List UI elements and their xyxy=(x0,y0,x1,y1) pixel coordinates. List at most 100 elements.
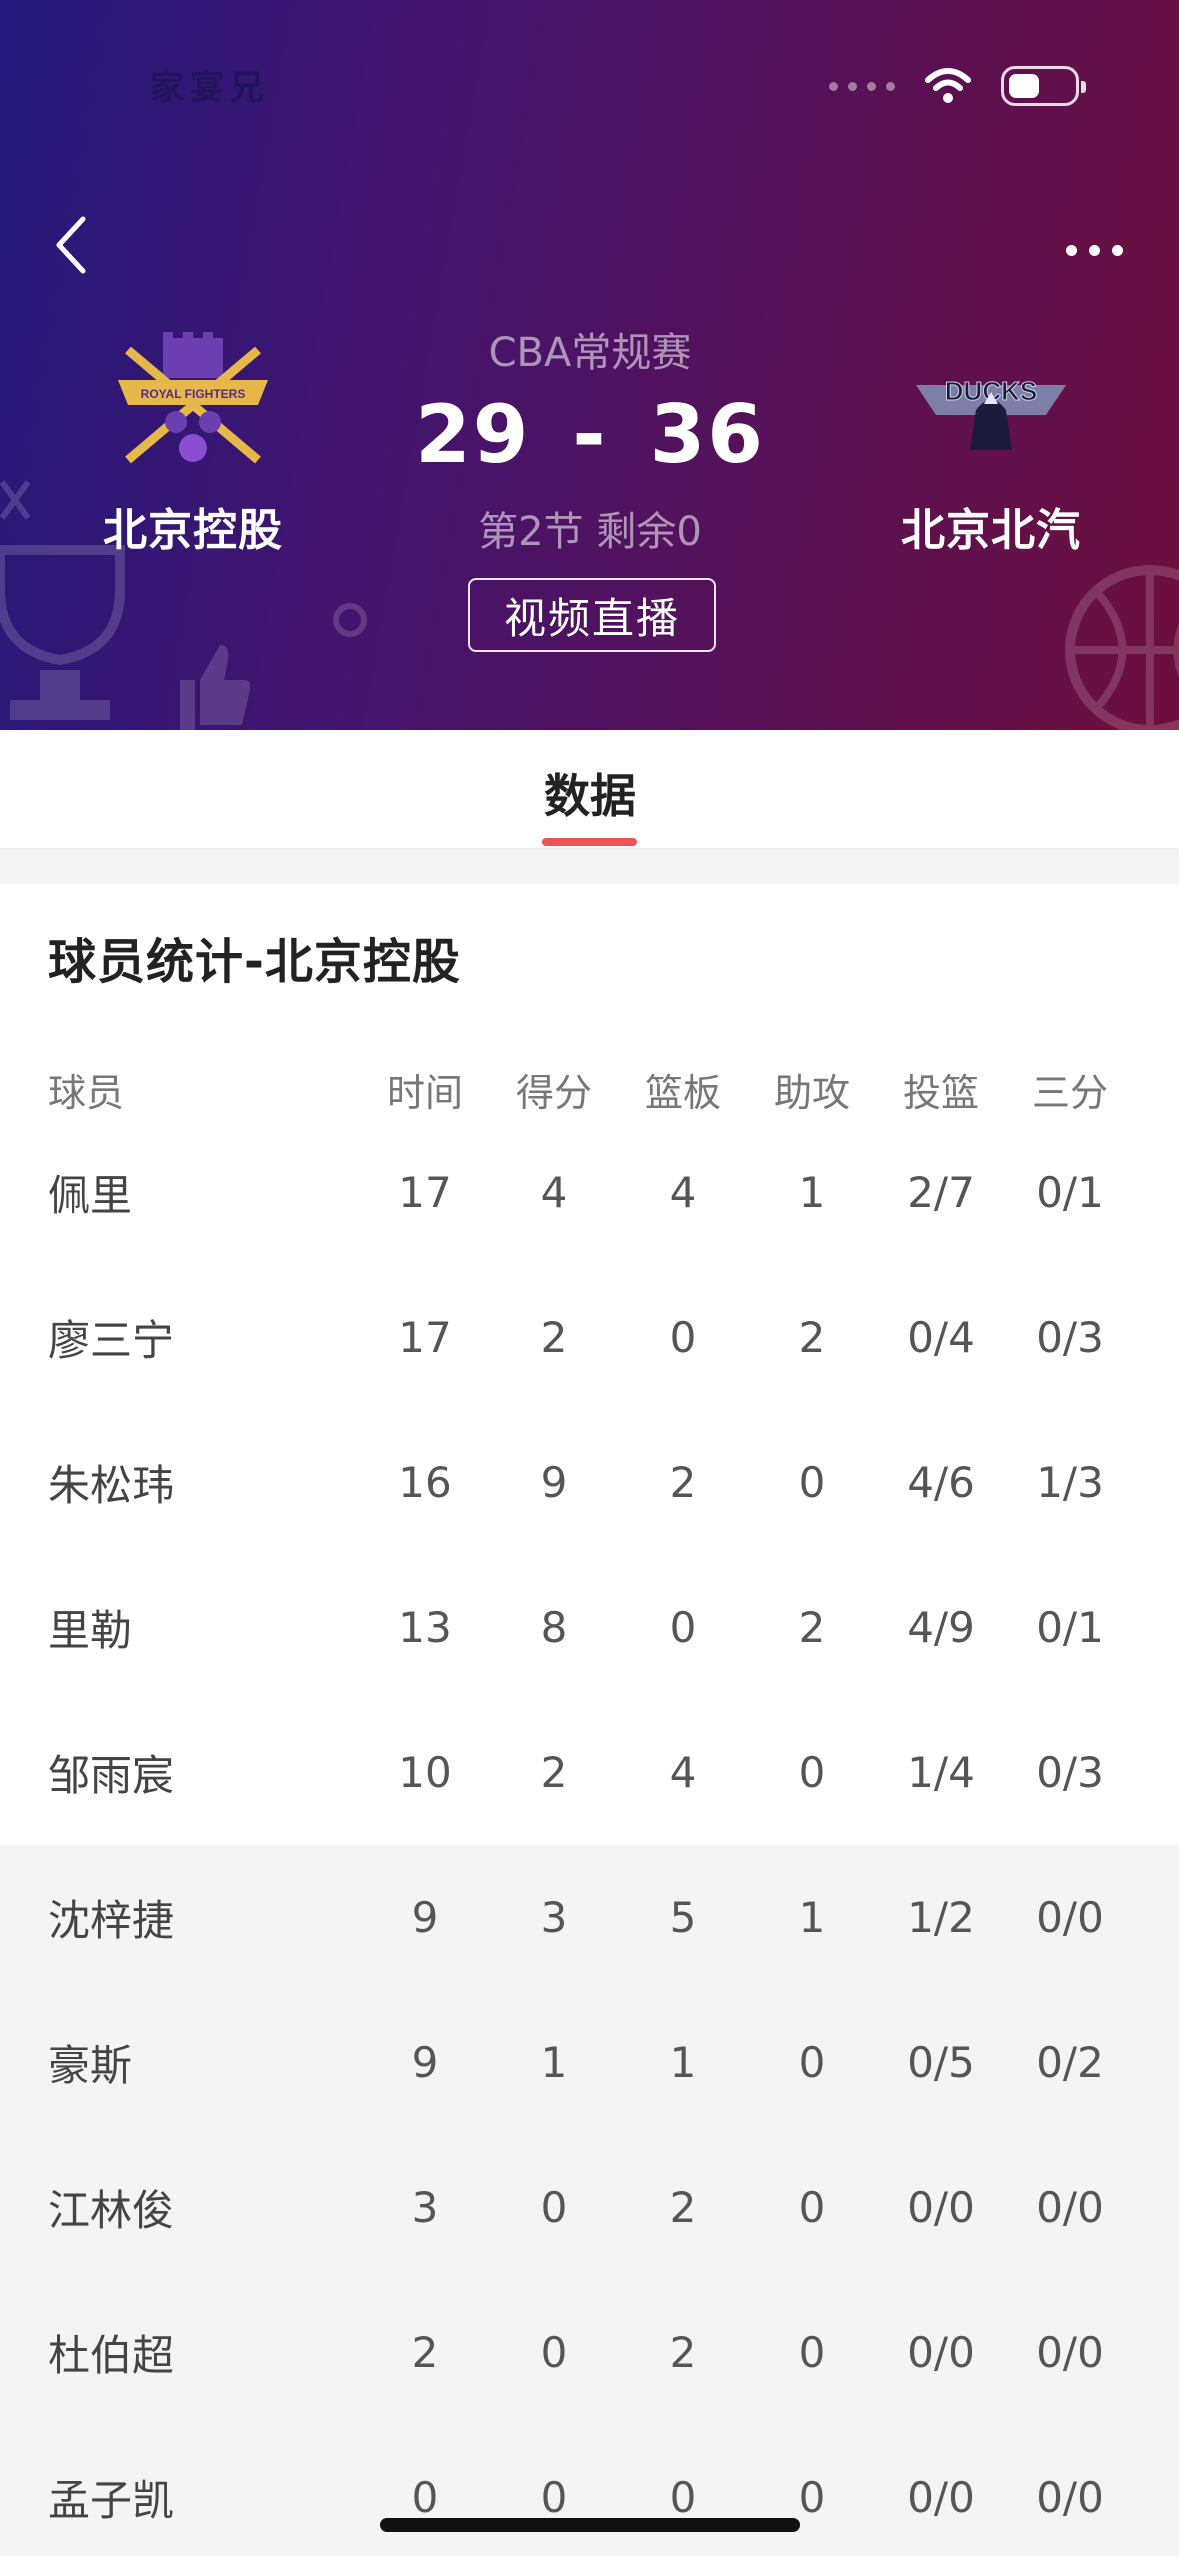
stat-ft: 2 xyxy=(1144,1265,1179,1410)
stat-rebounds: 1 xyxy=(669,2038,697,2087)
stat-fg: 0/0 xyxy=(907,2473,975,2522)
stat-points: 0 xyxy=(540,2473,568,2522)
stat-assists: 0 xyxy=(798,1458,826,1507)
decor-ball-icon xyxy=(1065,565,1179,730)
status-bar-right xyxy=(829,66,1086,106)
player-stats-panel: 球员统计-北京控股 球员 时间 得分 篮板 助攻 投篮 三分 罚 佩里 17 4 4 1… xyxy=(0,884,1179,2556)
battery-icon xyxy=(1001,66,1086,106)
stats-header-row: 球员 时间 得分 篮板 助攻 投篮 三分 罚 xyxy=(0,1059,1179,1119)
player-name[interactable]: 豪斯 xyxy=(48,1990,348,2135)
stat-time: 10 xyxy=(398,1748,452,1797)
away-team[interactable]: DUCKS 北京北汽 xyxy=(861,330,1121,558)
player-row[interactable]: 朱松玮 16 9 2 0 4/6 1/3 0 xyxy=(0,1410,1179,1555)
col-header-time: 时间 xyxy=(386,1070,463,1115)
player-row[interactable]: 里勒 13 8 0 2 4/9 0/1 0 xyxy=(0,1555,1179,1700)
player-row[interactable]: 豪斯 9 1 1 0 0/5 0/2 1 xyxy=(0,1990,1179,2135)
signal-icon xyxy=(829,81,895,91)
tab-data[interactable]: 数据 xyxy=(500,760,680,826)
player-name[interactable]: 江林俊 xyxy=(48,2135,348,2280)
back-button[interactable] xyxy=(40,210,100,280)
stat-ft: 0 xyxy=(1144,2135,1179,2280)
player-row[interactable]: 孟子凯 0 0 0 0 0/0 0/0 0 xyxy=(0,2425,1179,2556)
player-name[interactable]: 廖三宁 xyxy=(48,1265,348,1410)
stat-fg: 0/0 xyxy=(907,2328,975,2377)
home-score: 29 xyxy=(415,388,531,481)
stat-points: 8 xyxy=(540,1603,568,1652)
stat-3pt: 0/0 xyxy=(1036,2473,1104,2522)
stat-ft: 0 xyxy=(1144,2425,1179,2556)
away-score: 36 xyxy=(649,388,765,481)
player-name[interactable]: 邹雨宸 xyxy=(48,1700,348,1845)
stat-3pt: 0/1 xyxy=(1036,1603,1104,1652)
active-tab-indicator xyxy=(542,838,637,846)
chevron-left-icon xyxy=(56,216,86,274)
stat-3pt: 0/3 xyxy=(1036,1748,1104,1797)
decor-trophy-icon xyxy=(0,545,125,720)
player-row[interactable]: 廖三宁 17 2 0 2 0/4 0/3 2 xyxy=(0,1265,1179,1410)
stat-ft: 0 xyxy=(1144,1700,1179,1845)
stat-points: 0 xyxy=(540,2183,568,2232)
stat-ft: 1 xyxy=(1144,1990,1179,2135)
col-header-rebounds: 篮板 xyxy=(644,1070,721,1115)
stat-ft: 0 xyxy=(1144,1555,1179,1700)
player-name[interactable]: 杜伯超 xyxy=(48,2280,348,2425)
player-row[interactable]: 沈梓捷 9 3 5 1 1/2 0/0 1 xyxy=(0,1845,1179,1990)
stat-rebounds: 0 xyxy=(669,1313,697,1362)
stat-rebounds: 0 xyxy=(669,1603,697,1652)
player-name[interactable]: 朱松玮 xyxy=(48,1410,348,1555)
stat-3pt: 1/3 xyxy=(1036,1458,1104,1507)
stat-time: 13 xyxy=(398,1603,452,1652)
stat-time: 3 xyxy=(411,2183,439,2232)
stat-time: 9 xyxy=(411,1893,439,1942)
stat-assists: 0 xyxy=(798,2038,826,2087)
match-header: 家宴兄 ROYAL FIGHTERS 北京控股 CBA常规赛 29 - 36 第… xyxy=(0,0,1179,730)
stat-points: 3 xyxy=(540,1893,568,1942)
stat-fg: 1/4 xyxy=(907,1748,975,1797)
more-dots-icon xyxy=(1065,244,1077,256)
home-team-name: 北京控股 xyxy=(103,505,283,556)
stat-ft: 1 xyxy=(1144,1845,1179,1990)
stat-fg: 2/7 xyxy=(907,1168,975,1217)
stat-assists: 0 xyxy=(798,2328,826,2377)
video-live-button[interactable]: 视频直播 xyxy=(468,578,716,652)
player-name[interactable]: 佩里 xyxy=(48,1120,348,1265)
stat-3pt: 0/0 xyxy=(1036,2183,1104,2232)
col-header-3pt: 三分 xyxy=(1031,1070,1108,1115)
match-center-info: CBA常规赛 29 - 36 第2节 剩余0 xyxy=(390,320,790,557)
stat-time: 9 xyxy=(411,2038,439,2087)
status-carrier-logo: 家宴兄 xyxy=(150,68,270,108)
away-team-name: 北京北汽 xyxy=(901,505,1081,556)
stat-points: 2 xyxy=(540,1748,568,1797)
stat-assists: 0 xyxy=(798,1748,826,1797)
player-row[interactable]: 杜伯超 2 0 2 0 0/0 0/0 0 xyxy=(0,2280,1179,2425)
home-team[interactable]: ROYAL FIGHTERS 北京控股 xyxy=(63,330,323,558)
col-header-fg: 投篮 xyxy=(902,1070,979,1115)
stat-time: 2 xyxy=(411,2328,439,2377)
stat-assists: 1 xyxy=(798,1168,826,1217)
stat-time: 17 xyxy=(398,1313,452,1362)
stat-assists: 2 xyxy=(798,1603,826,1652)
stat-rebounds: 5 xyxy=(669,1893,697,1942)
player-name[interactable]: 里勒 xyxy=(48,1555,348,1700)
col-header-points: 得分 xyxy=(515,1070,592,1115)
wifi-icon xyxy=(925,68,971,103)
stat-rebounds: 4 xyxy=(669,1748,697,1797)
player-name[interactable]: 孟子凯 xyxy=(48,2425,348,2556)
player-name[interactable]: 沈梓捷 xyxy=(48,1845,348,1990)
player-row[interactable]: 江林俊 3 0 2 0 0/0 0/0 0 xyxy=(0,2135,1179,2280)
stat-fg: 4/9 xyxy=(907,1603,975,1652)
stat-ft: 0 xyxy=(1144,1120,1179,1265)
stat-time: 0 xyxy=(411,2473,439,2522)
stat-assists: 0 xyxy=(798,2183,826,2232)
player-row[interactable]: 佩里 17 4 4 1 2/7 0/1 0 xyxy=(0,1120,1179,1265)
stat-3pt: 0/3 xyxy=(1036,1313,1104,1362)
decor-x-icon xyxy=(0,480,30,520)
stat-ft: 0 xyxy=(1144,2280,1179,2425)
home-indicator xyxy=(380,2518,800,2532)
stat-time: 16 xyxy=(398,1458,452,1507)
more-button[interactable] xyxy=(1049,225,1139,275)
stat-rebounds: 2 xyxy=(669,2328,697,2377)
stat-3pt: 0/0 xyxy=(1036,1893,1104,1942)
player-row[interactable]: 邹雨宸 10 2 4 0 1/4 0/3 0 xyxy=(0,1700,1179,1845)
section-divider xyxy=(0,852,1179,884)
